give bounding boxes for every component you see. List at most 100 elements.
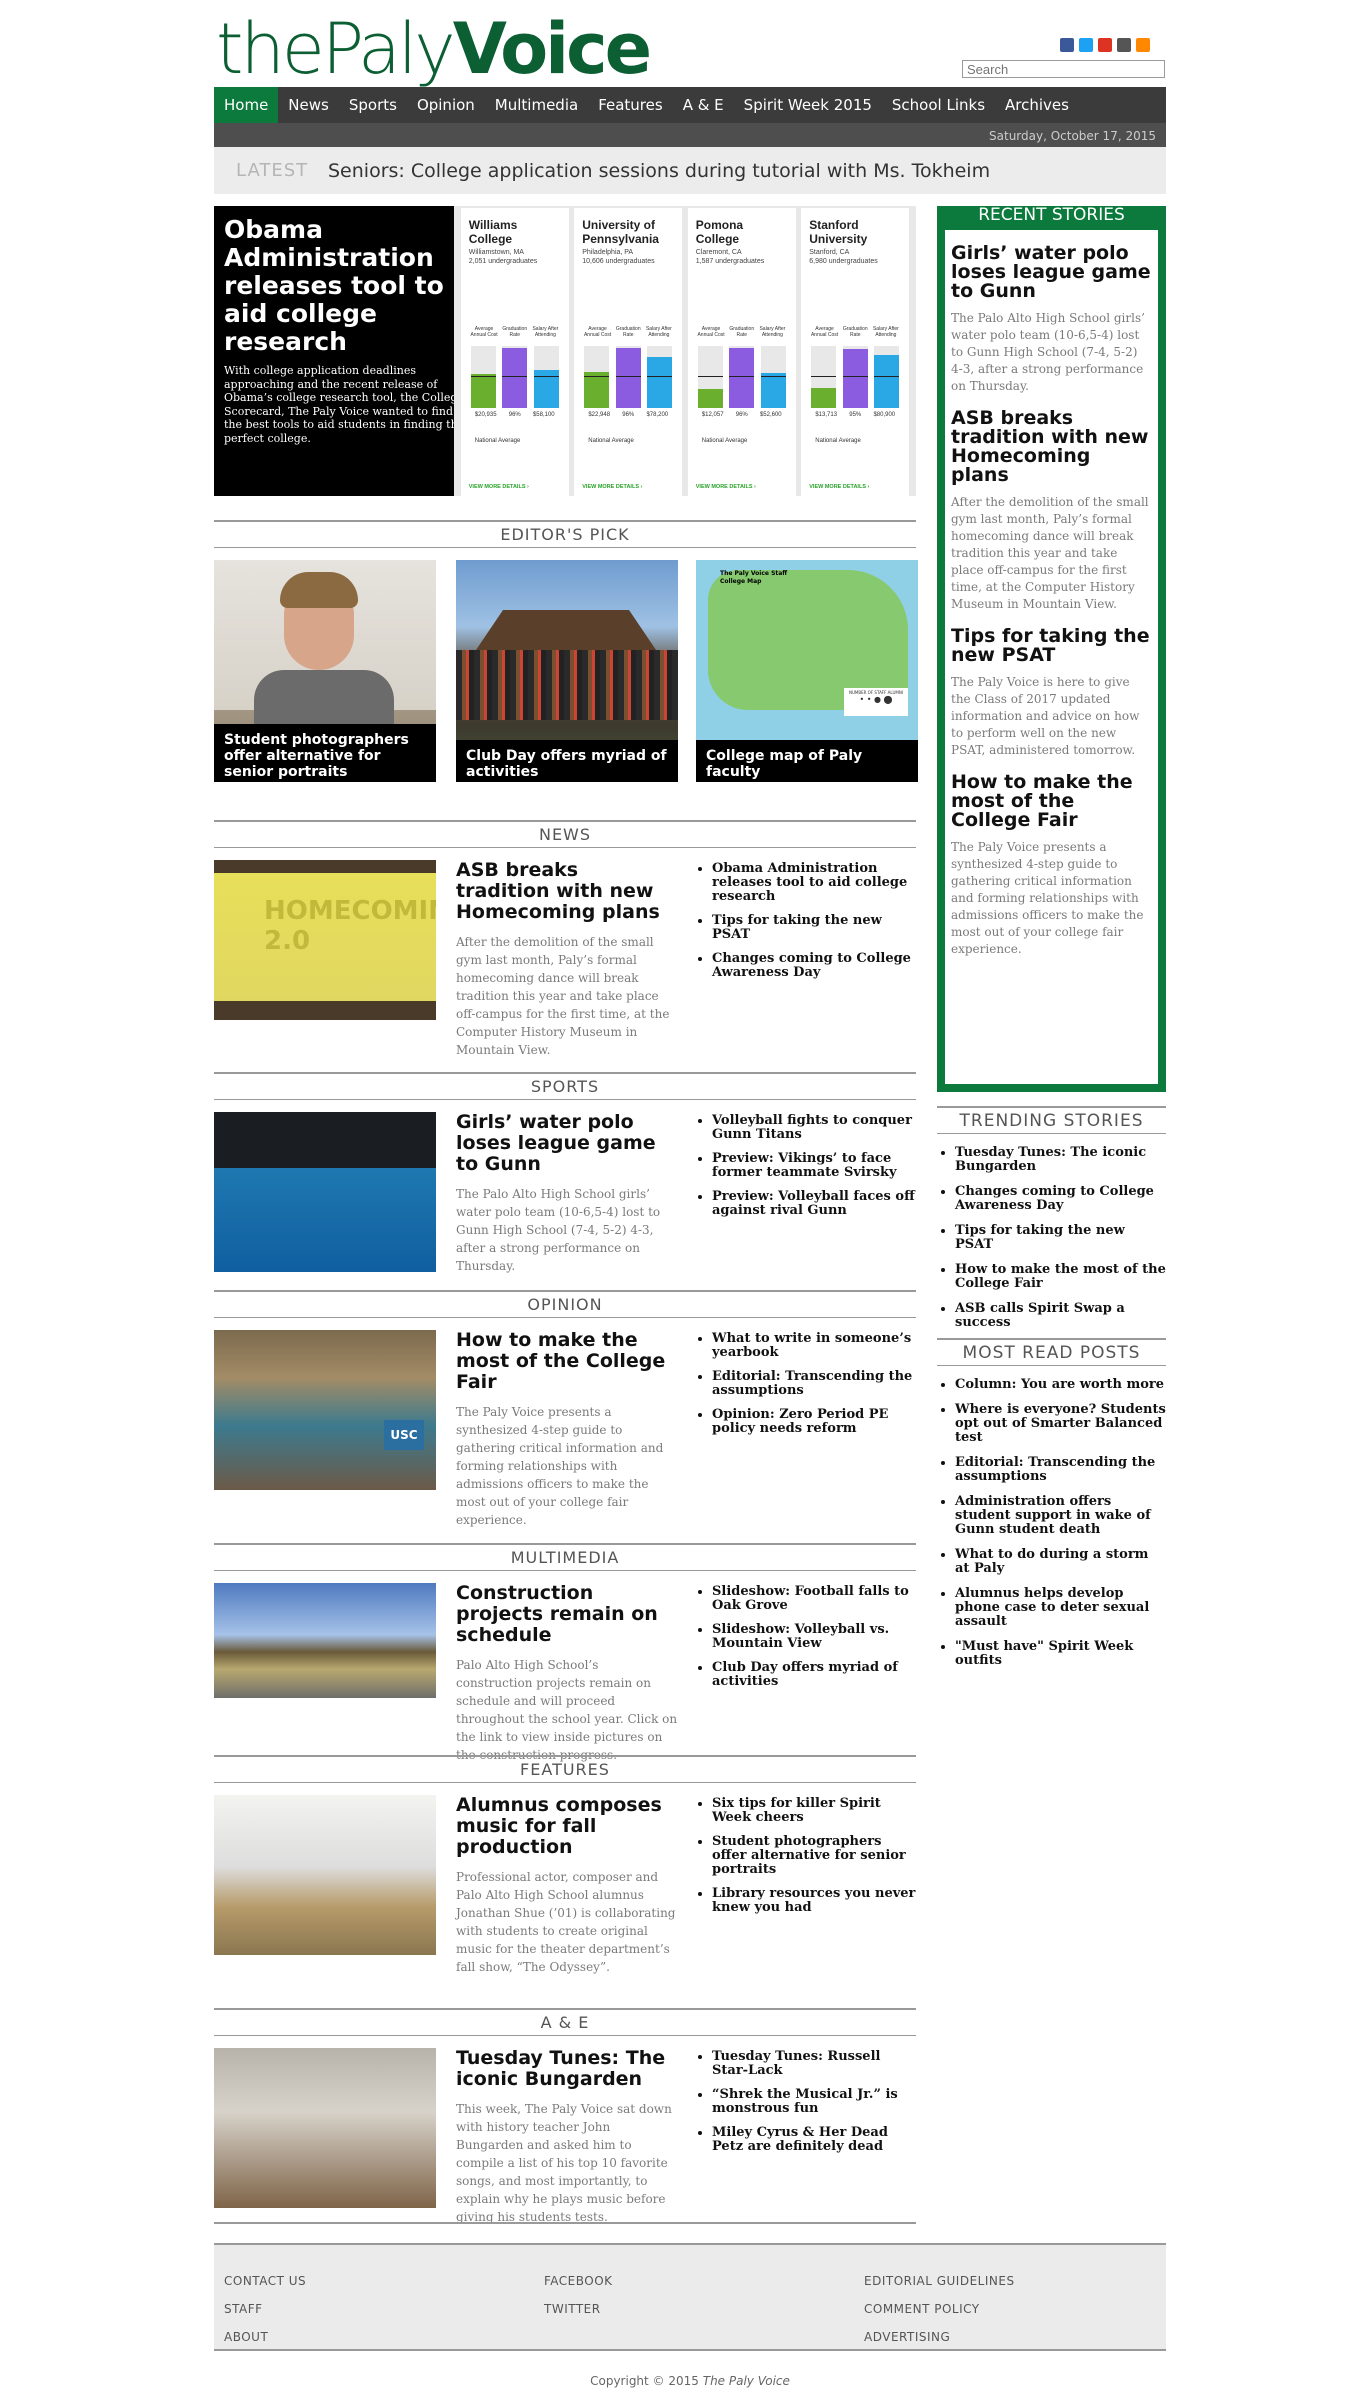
trending-item[interactable]: Tips for taking the new PSAT [955,1224,1166,1252]
most-read-item[interactable]: Column: You are worth more [955,1378,1166,1392]
section-header-features: FEATURES [214,1755,916,1783]
section-link[interactable]: Opinion: Zero Period PE policy needs ref… [712,1408,918,1436]
section-link[interactable]: Changes coming to College Awareness Day [712,952,918,980]
nav-features[interactable]: Features [588,87,673,123]
college-undergrads: 1,587 undergraduates [695,258,765,265]
section-link[interactable]: Library resources you never knew you had [712,1887,918,1915]
editors-pick-3[interactable]: The Paly Voice Staff College Map NUMBER … [696,560,918,782]
section-link[interactable]: Miley Cyrus & Her Dead Petz are definite… [712,2126,918,2154]
section-link[interactable]: Obama Administration releases tool to ai… [712,862,918,904]
footer-link[interactable]: EDITORIAL GUIDELINES [864,2267,1015,2295]
section-story-headline[interactable]: How to make the most of the College Fair [456,1330,678,1393]
instagram-icon[interactable] [1117,38,1131,52]
section-story-headline[interactable]: ASB breaks tradition with new Homecoming… [456,860,678,923]
section-thumbnail[interactable] [214,2048,436,2208]
section-links: Tuesday Tunes: Russell Star-Lack “Shrek t… [696,2050,918,2164]
section-thumbnail[interactable] [214,1112,436,1272]
footer-link[interactable]: FACEBOOK [544,2267,613,2295]
trending-item[interactable]: How to make the most of the College Fair [955,1263,1166,1291]
trending-item[interactable]: Changes coming to College Awareness Day [955,1185,1166,1213]
rss-icon[interactable] [1136,38,1150,52]
recent-story-headline[interactable]: ASB breaks tradition with new Homecoming… [951,409,1152,485]
trending-item[interactable]: Tuesday Tunes: The iconic Bungarden [955,1146,1166,1174]
section-link[interactable]: What to write in someone’s yearbook [712,1332,918,1360]
site-logo[interactable]: thePalyVoice [216,10,652,88]
section-thumbnail[interactable] [214,1795,436,1955]
twitter-icon[interactable] [1079,38,1093,52]
footer-link[interactable]: CONTACT US [224,2267,306,2295]
section-link[interactable]: Tips for taking the new PSAT [712,914,918,942]
feature-title[interactable]: Obama Administration releases tool to ai… [224,216,484,356]
footer-link[interactable]: STAFF [224,2295,306,2323]
recent-story-headline[interactable]: Girls’ water polo loses league game to G… [951,244,1152,301]
card-value: $80,900 [873,412,896,418]
editors-pick-1[interactable]: Student photographers offer alternative … [214,560,436,782]
section-link[interactable]: Six tips for killer Spirit Week cheers [712,1797,918,1825]
section-header-opinion: OPINION [214,1290,916,1318]
view-more-link[interactable]: VIEW MORE DETAILS › [696,484,756,490]
section-link[interactable]: Club Day offers myriad of activities [712,1661,918,1689]
section-link[interactable]: Editorial: Transcending the assumptions [712,1370,918,1398]
nav-spirit-week[interactable]: Spirit Week 2015 [734,87,882,123]
card-bar-fill [697,389,723,408]
footer-link[interactable]: ABOUT [224,2323,306,2351]
section-story-headline[interactable]: Girls’ water polo loses league game to G… [456,1112,678,1175]
recent-story-headline[interactable]: Tips for taking the new PSAT [951,627,1152,665]
section-story-blurb: The Palo Alto High School girls’ water p… [456,1187,661,1273]
section-story-headline[interactable]: Alumnus composes music for fall producti… [456,1795,678,1858]
latest-headline[interactable]: Seniors: College application sessions du… [328,160,990,182]
section-link[interactable]: Slideshow: Volleyball vs. Mountain View [712,1623,918,1651]
nav-sports[interactable]: Sports [339,87,407,123]
college-card[interactable]: Williams College Williamstown, MA 2,051 un… [460,208,569,496]
view-more-link[interactable]: VIEW MORE DETAILS › [582,484,642,490]
footer-link[interactable]: TWITTER [544,2295,613,2323]
section-link[interactable]: Slideshow: Football falls to Oak Grove [712,1585,918,1613]
section-link[interactable]: Preview: Volleyball faces off against ri… [712,1190,918,1218]
nav-opinion[interactable]: Opinion [407,87,485,123]
recent-story-blurb: After the demolition of the small gym la… [951,495,1149,611]
most-read-item[interactable]: What to do during a storm at Paly [955,1548,1166,1576]
nav-news[interactable]: News [278,87,339,123]
college-card[interactable]: University of Pennsylvania Philadelphia, … [574,208,683,496]
footer-link[interactable]: COMMENT POLICY [864,2295,1015,2323]
college-name: Stanford University [809,218,868,246]
college-card[interactable]: Stanford University Stanford, CA 6,980 und… [801,208,910,496]
footer-link[interactable]: ADVERTISING [864,2323,1015,2351]
editors-pick-2[interactable]: Club Day offers myriad of activities [456,560,678,782]
date-bar: Saturday, October 17, 2015 [214,123,1166,147]
nav-home[interactable]: Home [214,87,279,123]
youtube-icon[interactable] [1098,38,1112,52]
most-read-item[interactable]: Editorial: Transcending the assumptions [955,1456,1166,1484]
section-link[interactable]: Preview: Vikings’ to face former teammat… [712,1152,918,1180]
search-input[interactable] [962,60,1165,78]
most-read-item[interactable]: "Must have" Spirit Week outfits [955,1640,1166,1668]
most-read-item[interactable]: Alumnus helps develop phone case to dete… [955,1587,1166,1629]
feature-story[interactable]: Obama Administration releases tool to ai… [214,206,916,496]
trending-title: TRENDING STORIES [959,1111,1144,1131]
card-bars [584,346,673,408]
section-story-headline[interactable]: Construction projects remain on schedule [456,1583,678,1646]
most-read-item[interactable]: Where is everyone? Students opt out of S… [955,1403,1166,1445]
facebook-icon[interactable] [1060,38,1074,52]
most-read-item[interactable]: Administration offers student support in… [955,1495,1166,1537]
nav-school-links[interactable]: School Links [882,87,995,123]
section-thumbnail[interactable]: USC [214,1330,436,1490]
college-cards: Williams College Williamstown, MA 2,051 un… [454,206,916,496]
college-card[interactable]: Pomona College Claremont, CA 1,587 undergr… [687,208,796,496]
trending-item[interactable]: ASB calls Spirit Swap a success [955,1302,1166,1330]
view-more-link[interactable]: VIEW MORE DETAILS › [809,484,869,490]
section-thumbnail[interactable]: HOMECOMING 2.0 [214,860,436,1020]
section-link[interactable]: “Shrek the Musical Jr.” is monstrous fun [712,2088,918,2116]
section-link[interactable]: Tuesday Tunes: Russell Star-Lack [712,2050,918,2078]
nav-archives[interactable]: Archives [995,87,1079,123]
section-links: Slideshow: Football falls to Oak Grove Sl… [696,1585,918,1699]
section-link[interactable]: Student photographers offer alternative … [712,1835,918,1877]
section-story-headline[interactable]: Tuesday Tunes: The iconic Bungarden [456,2048,678,2090]
section-thumbnail[interactable] [214,1583,436,1698]
nav-ae[interactable]: A & E [673,87,734,123]
section-link[interactable]: Volleyball fights to conquer Gunn Titans [712,1114,918,1142]
current-date: Saturday, October 17, 2015 [989,129,1156,143]
recent-story-headline[interactable]: How to make the most of the College Fair [951,773,1152,830]
view-more-link[interactable]: VIEW MORE DETAILS › [469,484,529,490]
nav-multimedia[interactable]: Multimedia [485,87,588,123]
